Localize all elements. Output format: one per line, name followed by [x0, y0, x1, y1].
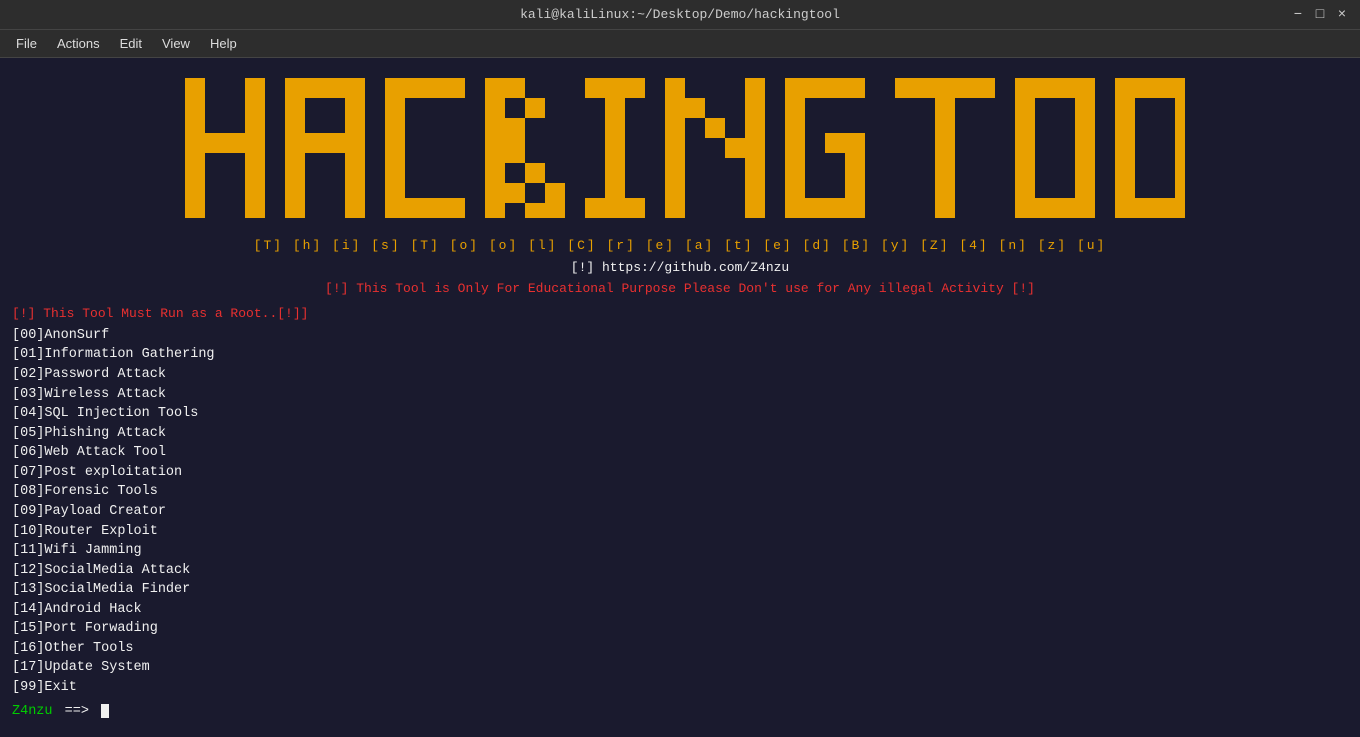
menu-view[interactable]: View — [152, 34, 200, 53]
subtitle-line: [T] [h] [i] [s] [T] [o] [o] [l] [C] [r] … — [12, 237, 1348, 256]
menu-edit[interactable]: Edit — [110, 34, 152, 53]
menu-actions[interactable]: Actions — [47, 34, 110, 53]
ascii-art-title — [12, 68, 1348, 233]
menu-file[interactable]: File — [6, 34, 47, 53]
title-bar-text: kali@kaliLinux:~/Desktop/Demo/hackingtoo… — [70, 7, 1290, 22]
menu-list-item[interactable]: [17]Update System — [12, 658, 1348, 678]
menu-list-item[interactable]: [07]Post exploitation — [12, 463, 1348, 483]
prompt-arrow: ==> — [57, 702, 98, 722]
github-line: [!] https://github.com/Z4nzu — [12, 259, 1348, 278]
menu-list-item[interactable]: [12]SocialMedia Attack — [12, 561, 1348, 581]
menu-list-item[interactable]: [99]Exit — [12, 678, 1348, 698]
warning-line: [!] This Tool is Only For Educational Pu… — [12, 280, 1348, 299]
prompt-line: Z4nzu ==> — [12, 702, 1348, 722]
title-bar: kali@kaliLinux:~/Desktop/Demo/hackingtoo… — [0, 0, 1360, 30]
menu-list-item[interactable]: [15]Port Forwading — [12, 619, 1348, 639]
menu-list-item[interactable]: [08]Forensic Tools — [12, 482, 1348, 502]
menu-list-item[interactable]: [14]Android Hack — [12, 600, 1348, 620]
menu-list-item[interactable]: [05]Phishing Attack — [12, 424, 1348, 444]
menu-list-item[interactable]: [06]Web Attack Tool — [12, 443, 1348, 463]
close-button[interactable]: × — [1334, 7, 1350, 23]
menu-list-item[interactable]: [13]SocialMedia Finder — [12, 580, 1348, 600]
menu-list-item[interactable]: [01]Information Gathering — [12, 345, 1348, 365]
prompt-username: Z4nzu — [12, 702, 53, 722]
menu-help[interactable]: Help — [200, 34, 247, 53]
menu-list-item[interactable]: [03]Wireless Attack — [12, 385, 1348, 405]
menu-list: [00]AnonSurf[01]Information Gathering[02… — [12, 326, 1348, 698]
menu-bar: File Actions Edit View Help — [0, 30, 1360, 58]
minimize-button[interactable]: − — [1290, 7, 1306, 23]
maximize-button[interactable]: □ — [1312, 7, 1328, 23]
menu-list-item[interactable]: [09]Payload Creator — [12, 502, 1348, 522]
menu-list-item[interactable]: [00]AnonSurf — [12, 326, 1348, 346]
root-warning: [!] This Tool Must Run as a Root..[!]] — [12, 305, 1348, 324]
menu-list-item[interactable]: [11]Wifi Jamming — [12, 541, 1348, 561]
title-bar-controls: − □ × — [1290, 7, 1350, 23]
terminal[interactable]: [T] [h] [i] [s] [T] [o] [o] [l] [C] [r] … — [0, 58, 1360, 737]
menu-list-item[interactable]: [04]SQL Injection Tools — [12, 404, 1348, 424]
menu-list-item[interactable]: [16]Other Tools — [12, 639, 1348, 659]
cursor-blink — [101, 704, 109, 718]
menu-list-item[interactable]: [10]Router Exploit — [12, 522, 1348, 542]
menu-list-item[interactable]: [02]Password Attack — [12, 365, 1348, 385]
